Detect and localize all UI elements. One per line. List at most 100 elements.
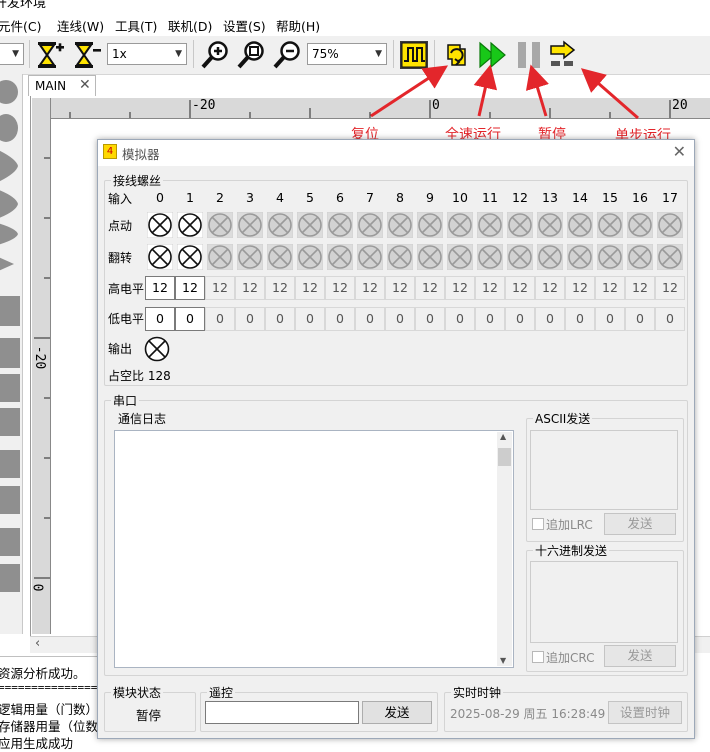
palette-item[interactable]: [0, 450, 20, 478]
low-level-input[interactable]: 0: [445, 307, 475, 331]
column-header: 12: [512, 190, 528, 205]
low-level-input[interactable]: 0: [655, 307, 685, 331]
low-level-input[interactable]: 0: [385, 307, 415, 331]
high-level-input[interactable]: 12: [415, 276, 445, 300]
palette-item[interactable]: [0, 338, 20, 368]
high-level-input[interactable]: 12: [205, 276, 235, 300]
high-level-input[interactable]: 12: [355, 276, 385, 300]
scroll-thumb[interactable]: [498, 448, 511, 466]
high-level-input[interactable]: 12: [325, 276, 355, 300]
jog-button-icon[interactable]: [627, 212, 653, 238]
jog-button-icon[interactable]: [477, 212, 503, 238]
log-textarea[interactable]: ▲ ▼: [114, 430, 514, 668]
close-icon[interactable]: ✕: [673, 142, 686, 161]
low-level-input[interactable]: 0: [175, 307, 205, 331]
palette-item[interactable]: [0, 564, 20, 592]
palette-item[interactable]: [0, 486, 20, 514]
scroll-left-icon[interactable]: ‹: [35, 636, 40, 651]
toggle-button-icon[interactable]: [507, 244, 533, 270]
toggle-button-icon[interactable]: [297, 244, 323, 270]
toggle-button-icon[interactable]: [447, 244, 473, 270]
jog-button-icon[interactable]: [447, 212, 473, 238]
set-clock-button[interactable]: 设置时钟: [608, 701, 682, 724]
log-scrollbar[interactable]: ▲ ▼: [497, 432, 512, 666]
duty-value: 128: [147, 369, 171, 383]
toggle-button-icon[interactable]: [267, 244, 293, 270]
high-level-input[interactable]: 12: [505, 276, 535, 300]
ascii-send-button[interactable]: 发送: [604, 513, 676, 535]
high-level-input[interactable]: 12: [475, 276, 505, 300]
toggle-button-icon[interactable]: [627, 244, 653, 270]
hex-send-button[interactable]: 发送: [604, 645, 676, 667]
lrc-checkbox[interactable]: [532, 518, 544, 530]
jog-button-icon[interactable]: [597, 212, 623, 238]
toggle-button-icon[interactable]: [387, 244, 413, 270]
hex-input[interactable]: [530, 561, 678, 643]
clock-datetime: 2025-08-29 周五 16:28:49: [450, 707, 606, 721]
low-level-input[interactable]: 0: [625, 307, 655, 331]
low-level-input[interactable]: 0: [265, 307, 295, 331]
high-level-input[interactable]: 12: [445, 276, 475, 300]
toggle-button-icon[interactable]: [537, 244, 563, 270]
jog-button-icon[interactable]: [417, 212, 443, 238]
toggle-button-icon[interactable]: [147, 244, 173, 270]
jog-button-icon[interactable]: [567, 212, 593, 238]
toggle-button-icon[interactable]: [657, 244, 683, 270]
low-level-input[interactable]: 0: [565, 307, 595, 331]
toggle-button-icon[interactable]: [417, 244, 443, 270]
toggle-button-icon[interactable]: [567, 244, 593, 270]
low-level-input[interactable]: 0: [535, 307, 565, 331]
high-level-input[interactable]: 12: [535, 276, 565, 300]
jog-button-icon[interactable]: [177, 212, 203, 238]
high-level-input[interactable]: 12: [625, 276, 655, 300]
scroll-up-icon[interactable]: ▲: [500, 432, 506, 441]
toggle-button-icon[interactable]: [357, 244, 383, 270]
hex-legend: 十六进制发送: [535, 544, 608, 558]
low-level-input[interactable]: 0: [295, 307, 325, 331]
ascii-input[interactable]: [530, 430, 678, 510]
palette-item[interactable]: [0, 408, 20, 436]
remote-send-button[interactable]: 发送: [362, 701, 432, 724]
high-level-input[interactable]: 12: [295, 276, 325, 300]
low-level-input[interactable]: 0: [505, 307, 535, 331]
high-level-input[interactable]: 12: [265, 276, 295, 300]
jog-button-icon[interactable]: [357, 212, 383, 238]
high-level-input[interactable]: 12: [595, 276, 625, 300]
toggle-button-icon[interactable]: [207, 244, 233, 270]
low-level-input[interactable]: 0: [205, 307, 235, 331]
jog-button-icon[interactable]: [207, 212, 233, 238]
high-level-input[interactable]: 12: [655, 276, 685, 300]
jog-button-icon[interactable]: [327, 212, 353, 238]
jog-button-icon[interactable]: [147, 212, 173, 238]
low-level-input[interactable]: 0: [325, 307, 355, 331]
toggle-button-icon[interactable]: [177, 244, 203, 270]
jog-button-icon[interactable]: [507, 212, 533, 238]
crc-checkbox[interactable]: [532, 651, 544, 663]
low-level-input[interactable]: 0: [235, 307, 265, 331]
high-level-input[interactable]: 12: [235, 276, 265, 300]
scroll-down-icon[interactable]: ▼: [500, 656, 506, 665]
low-level-input[interactable]: 0: [415, 307, 445, 331]
jog-button-icon[interactable]: [267, 212, 293, 238]
low-level-input[interactable]: 0: [145, 307, 175, 331]
low-level-input[interactable]: 0: [355, 307, 385, 331]
jog-button-icon[interactable]: [297, 212, 323, 238]
jog-button-icon[interactable]: [657, 212, 683, 238]
palette-item[interactable]: [0, 528, 20, 556]
low-level-input[interactable]: 0: [475, 307, 505, 331]
high-level-input[interactable]: 12: [385, 276, 415, 300]
remote-input[interactable]: [205, 701, 359, 724]
jog-button-icon[interactable]: [237, 212, 263, 238]
high-level-input[interactable]: 12: [565, 276, 595, 300]
high-level-input[interactable]: 12: [145, 276, 175, 300]
toggle-button-icon[interactable]: [327, 244, 353, 270]
jog-button-icon[interactable]: [387, 212, 413, 238]
palette-item[interactable]: [0, 296, 20, 326]
low-level-input[interactable]: 0: [595, 307, 625, 331]
high-level-input[interactable]: 12: [175, 276, 205, 300]
jog-button-icon[interactable]: [537, 212, 563, 238]
toggle-button-icon[interactable]: [477, 244, 503, 270]
toggle-button-icon[interactable]: [237, 244, 263, 270]
toggle-button-icon[interactable]: [597, 244, 623, 270]
palette-item[interactable]: [0, 374, 20, 402]
